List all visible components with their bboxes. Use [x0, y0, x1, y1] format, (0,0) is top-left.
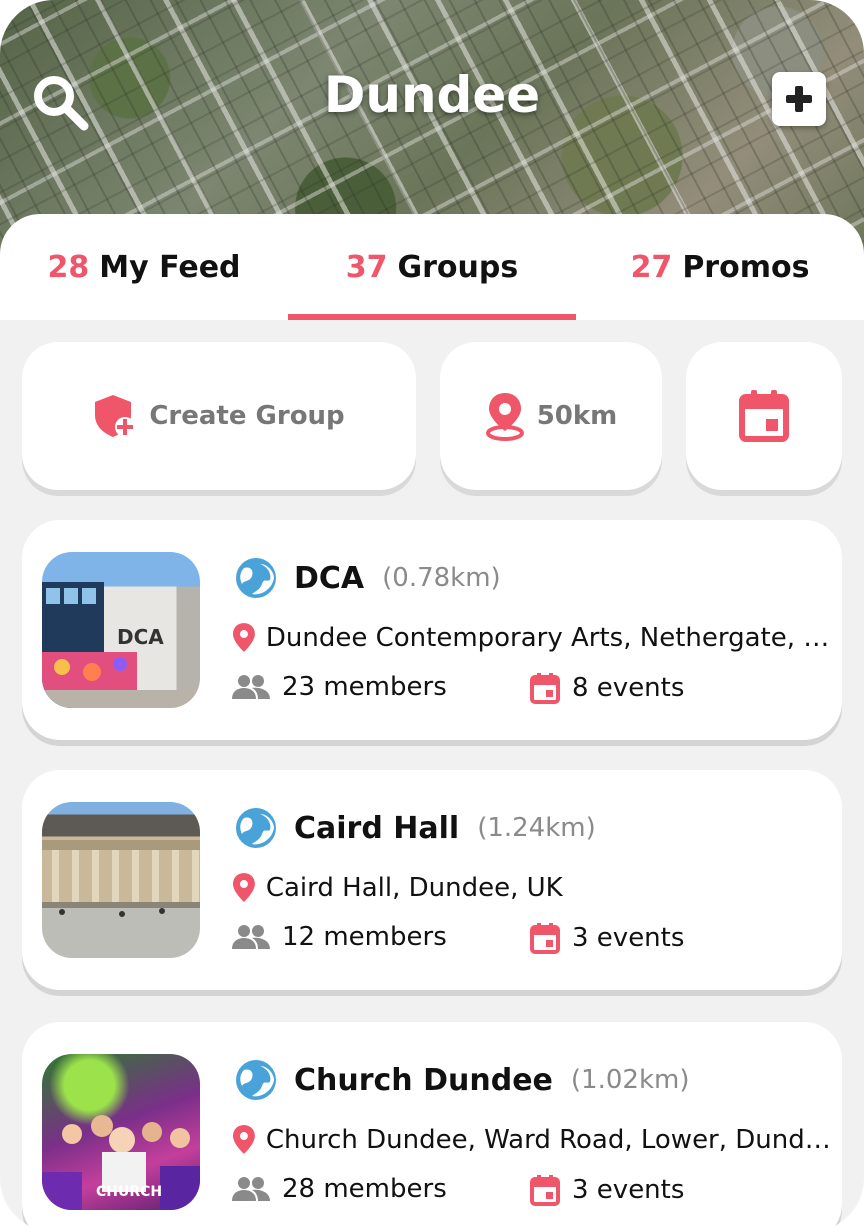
add-button[interactable] — [772, 72, 826, 126]
location-pin-icon — [485, 393, 524, 441]
group-members: 23 members — [282, 672, 447, 702]
location-pin-icon — [232, 873, 255, 902]
location-pin-icon — [232, 1125, 255, 1154]
calendar-icon — [739, 390, 789, 442]
group-events-row: 8 events — [530, 672, 684, 704]
caird-hall-image — [42, 840, 200, 917]
shield-plus-icon — [95, 395, 136, 437]
group-distance: (1.02km) — [570, 1065, 690, 1095]
group-events-row: 3 events — [530, 922, 684, 954]
group-events: 3 events — [572, 1175, 685, 1205]
tab-label: My Feed — [99, 249, 241, 285]
group-events: 8 events — [572, 673, 685, 703]
group-card-church-dundee[interactable]: CHURCH Church Dundee (1.02km) Church Dun… — [22, 1022, 842, 1232]
group-members-row: 12 members — [232, 922, 447, 952]
distance-label: 50km — [536, 401, 618, 431]
tab-groups[interactable]: 37 Groups — [288, 214, 576, 320]
group-address: Dundee Contemporary Arts, Nethergate, Du… — [265, 623, 832, 653]
people-icon — [232, 675, 270, 699]
group-members-row: 28 members — [232, 1174, 447, 1204]
tab-count: 28 — [47, 249, 90, 285]
group-address: Caird Hall, Dundee, UK — [265, 873, 563, 903]
group-members: 12 members — [282, 922, 447, 952]
calendar-icon — [530, 1175, 560, 1206]
group-name: Church Dundee — [294, 1062, 553, 1098]
globe-icon — [236, 808, 276, 848]
thumb-text: CHURCH — [96, 1184, 162, 1200]
create-group-label: Create Group — [149, 401, 345, 431]
distance-filter-button[interactable]: 50km — [440, 342, 662, 490]
group-title-row: Church Dundee (1.02km) — [234, 1058, 689, 1102]
calendar-icon — [530, 923, 560, 954]
date-filter-button[interactable] — [686, 342, 842, 490]
tab-label: Promos — [682, 249, 810, 285]
search-button[interactable] — [30, 72, 92, 134]
group-events: 3 events — [572, 923, 685, 953]
group-title-row: Caird Hall (1.24km) — [234, 806, 596, 850]
group-title-row: DCA (0.78km) — [234, 556, 501, 600]
group-thumbnail — [42, 802, 200, 958]
group-address: Church Dundee, Ward Road, Lower, Dundee,… — [265, 1125, 832, 1155]
create-group-button[interactable]: Create Group — [22, 342, 416, 490]
svg-text:DCA: DCA — [117, 625, 164, 649]
location-pin-icon — [232, 623, 255, 652]
group-thumbnail: CHURCH — [42, 1054, 200, 1210]
group-address-row: Church Dundee, Ward Road, Lower, Dundee,… — [232, 1124, 832, 1156]
group-card-caird-hall[interactable]: Caird Hall (1.24km) Caird Hall, Dundee, … — [22, 770, 842, 990]
people-icon — [232, 925, 270, 949]
group-name: Caird Hall — [294, 810, 460, 846]
tab-my-feed[interactable]: 28 My Feed — [0, 214, 288, 320]
people-icon — [232, 1177, 270, 1201]
app-screen: Dundee 28 My Feed 37 Groups 27 Promos Cr… — [0, 0, 864, 1232]
tab-count: 37 — [345, 249, 388, 285]
church-club-image: CHURCH — [42, 1115, 200, 1210]
group-address-row: Caird Hall, Dundee, UK — [232, 872, 832, 904]
globe-icon — [236, 558, 276, 598]
group-distance: (0.78km) — [382, 563, 501, 593]
group-members: 28 members — [282, 1174, 447, 1204]
calendar-icon — [530, 673, 560, 704]
dca-building-image: DCA — [42, 582, 200, 708]
tab-label: Groups — [397, 249, 519, 285]
group-thumbnail: DCA — [42, 552, 200, 708]
group-events-row: 3 events — [530, 1174, 684, 1206]
city-title: Dundee — [323, 66, 541, 124]
group-name: DCA — [294, 560, 365, 596]
group-address-row: Dundee Contemporary Arts, Nethergate, Du… — [232, 622, 832, 654]
tab-promos[interactable]: 27 Promos — [576, 214, 864, 320]
tab-count: 27 — [630, 249, 673, 285]
globe-icon — [236, 1060, 276, 1100]
tab-bar: 28 My Feed 37 Groups 27 Promos — [0, 214, 864, 320]
group-members-row: 23 members — [232, 672, 447, 702]
group-card-dca[interactable]: DCA DCA (0.78km) Dundee Contemporary Art… — [22, 520, 842, 740]
search-icon — [34, 76, 89, 131]
group-distance: (1.24km) — [477, 813, 596, 843]
